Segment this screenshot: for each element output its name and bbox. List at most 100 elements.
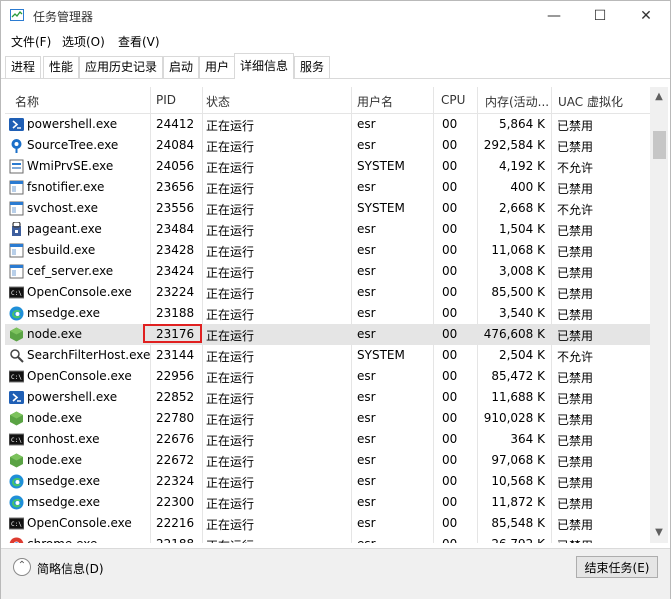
process-status: 正在运行 <box>206 266 255 280</box>
table-row[interactable]: chrome.exe 22188 正在运行 esr 00 26,792 K 已禁用 <box>5 534 650 543</box>
table-row[interactable]: pageant.exe 23484 正在运行 esr 00 1,504 K 已禁用 <box>5 219 650 240</box>
process-uac: 已禁用 <box>557 119 594 133</box>
table-row[interactable]: msedge.exe 22324 正在运行 esr 00 10,568 K 已禁用 <box>5 471 650 492</box>
process-uac: 已禁用 <box>557 308 594 322</box>
column-header-cpu[interactable]: CPU <box>441 93 465 107</box>
process-cpu: 00 <box>442 348 458 362</box>
process-name: msedge.exe <box>27 474 101 488</box>
chevron-up-icon[interactable]: ⌃ <box>13 558 31 576</box>
table-row[interactable]: node.exe 22780 正在运行 esr 00 910,028 K 已禁用 <box>5 408 650 429</box>
node-icon <box>9 453 24 468</box>
end-task-button[interactable]: 结束任务(E) <box>576 556 658 578</box>
process-status: 正在运行 <box>206 308 255 322</box>
process-name: msedge.exe <box>27 495 101 509</box>
generic-exe-icon <box>9 264 24 279</box>
tab-app-history[interactable]: 应用历史记录 <box>79 56 163 78</box>
process-uac: 已禁用 <box>557 140 594 154</box>
console-icon: C:\ <box>8 432 25 447</box>
svg-text:C:\: C:\ <box>11 437 22 444</box>
scroll-down-arrow-icon[interactable]: ▼ <box>650 527 668 538</box>
process-name: OpenConsole.exe <box>27 285 132 299</box>
tab-performance[interactable]: 性能 <box>43 56 79 78</box>
column-header-status[interactable]: 状态 <box>206 93 230 110</box>
column-header-memory[interactable]: 内存(活动... <box>485 93 549 110</box>
table-row[interactable]: node.exe 23176 正在运行 esr 00 476,608 K 已禁用 <box>5 324 650 345</box>
process-cpu: 00 <box>442 411 458 425</box>
table-row[interactable]: esbuild.exe 23428 正在运行 esr 00 11,068 K 已禁用 <box>5 240 650 261</box>
table-row[interactable]: msedge.exe 23188 正在运行 esr 00 3,540 K 已禁用 <box>5 303 650 324</box>
menu-options[interactable]: 选项(O) <box>62 33 105 50</box>
column-header-uac[interactable]: UAC 虚拟化 <box>558 93 623 110</box>
table-row[interactable]: SearchFilterHost.exe 23144 正在运行 SYSTEM 00 2,5… <box>5 345 650 366</box>
close-button[interactable]: ✕ <box>623 1 669 31</box>
process-name: esbuild.exe <box>27 243 96 257</box>
menu-view[interactable]: 查看(V) <box>118 33 160 50</box>
process-name: OpenConsole.exe <box>27 516 132 530</box>
column-header-name[interactable]: 名称 <box>15 93 39 110</box>
table-row[interactable]: C:\ OpenConsole.exe 22216 正在运行 esr 00 85,548 K… <box>5 513 650 534</box>
tab-startup[interactable]: 启动 <box>163 56 199 78</box>
process-cpu: 00 <box>442 474 458 488</box>
process-name: SourceTree.exe <box>27 138 119 152</box>
process-uac: 不允许 <box>557 350 594 364</box>
process-uac: 已禁用 <box>557 434 594 448</box>
process-uac: 已禁用 <box>557 266 594 280</box>
vertical-scrollbar[interactable]: ▲ ▼ <box>650 87 668 543</box>
process-pid: 24412 <box>156 117 195 131</box>
generic-exe-icon <box>9 243 24 258</box>
edge-icon <box>9 474 24 489</box>
process-memory: 26,792 K <box>479 537 545 543</box>
table-row[interactable]: SourceTree.exe 24084 正在运行 esr 00 292,584 K 已禁用 <box>5 135 650 156</box>
process-cpu: 00 <box>442 537 457 543</box>
fewer-details-link[interactable]: 简略信息(D) <box>37 560 104 577</box>
process-status: 正在运行 <box>206 434 255 448</box>
scroll-up-arrow-icon[interactable]: ▲ <box>650 91 668 102</box>
process-username: esr <box>357 516 376 530</box>
process-memory: 2,668 K <box>498 201 545 215</box>
table-row[interactable]: C:\ OpenConsole.exe 23224 正在运行 esr 00 85,500 K… <box>5 282 650 303</box>
menu-file[interactable]: 文件(F) <box>11 33 51 50</box>
table-row[interactable]: node.exe 22672 正在运行 esr 00 97,068 K 已禁用 <box>5 450 650 471</box>
process-cpu: 00 <box>442 453 458 467</box>
table-row[interactable]: powershell.exe 22852 正在运行 esr 00 11,688 K 已禁用 <box>5 387 650 408</box>
table-row[interactable]: powershell.exe 24412 正在运行 esr 00 5,864 K 已禁用 <box>5 114 650 135</box>
process-pid: 23484 <box>156 222 195 236</box>
tab-services[interactable]: 服务 <box>294 56 330 78</box>
column-header-pid[interactable]: PID <box>156 93 176 107</box>
table-row[interactable]: WmiPrvSE.exe 24056 正在运行 SYSTEM 00 4,192 K 不允许 <box>5 156 650 177</box>
table-row[interactable]: svchost.exe 23556 正在运行 SYSTEM 00 2,668 K 不允许 <box>5 198 650 219</box>
process-pid: 22188 <box>156 537 194 543</box>
process-username: esr <box>357 474 376 488</box>
process-username: esr <box>357 537 376 543</box>
process-name: WmiPrvSE.exe <box>27 159 114 173</box>
process-cpu: 00 <box>442 495 458 509</box>
table-row[interactable]: cef_server.exe 23424 正在运行 esr 00 3,008 K 已禁用 <box>5 261 650 282</box>
process-memory: 4,192 K <box>498 159 545 173</box>
table-row[interactable]: fsnotifier.exe 23656 正在运行 esr 00 400 K 已禁用 <box>5 177 650 198</box>
minimize-button[interactable]: — <box>531 1 577 31</box>
process-pid: 22676 <box>156 432 195 446</box>
tab-details[interactable]: 详细信息 <box>234 53 294 79</box>
process-cpu: 00 <box>442 243 458 257</box>
process-cpu: 00 <box>442 138 458 152</box>
tab-processes[interactable]: 进程 <box>5 56 41 78</box>
process-name: SearchFilterHost.exe <box>27 348 151 362</box>
process-status: 正在运行 <box>206 476 255 490</box>
table-row[interactable]: msedge.exe 22300 正在运行 esr 00 11,872 K 已禁用 <box>5 492 650 513</box>
process-memory: 476,608 K <box>483 327 545 341</box>
process-name: svchost.exe <box>27 201 98 215</box>
scrollbar-thumb[interactable] <box>653 131 666 159</box>
process-cpu: 00 <box>442 327 458 341</box>
search-filter-icon <box>9 348 24 363</box>
column-header-username[interactable]: 用户名 <box>357 93 393 110</box>
task-manager-icon <box>10 9 24 21</box>
table-row[interactable]: C:\ conhost.exe 22676 正在运行 esr 00 364 K 已禁用 <box>5 429 650 450</box>
process-cpu: 00 <box>442 159 458 173</box>
process-memory: 3,540 K <box>498 306 545 320</box>
process-pid: 23144 <box>156 348 195 362</box>
window-title: 任务管理器 <box>33 10 94 24</box>
tab-users[interactable]: 用户 <box>199 56 235 78</box>
table-row[interactable]: C:\ OpenConsole.exe 22956 正在运行 esr 00 85,472 K… <box>5 366 650 387</box>
task-manager-window: 任务管理器 — ☐ ✕ 文件(F) 选项(O) 查看(V) 进程 性能 应用历史… <box>0 0 671 599</box>
maximize-button[interactable]: ☐ <box>577 1 623 31</box>
